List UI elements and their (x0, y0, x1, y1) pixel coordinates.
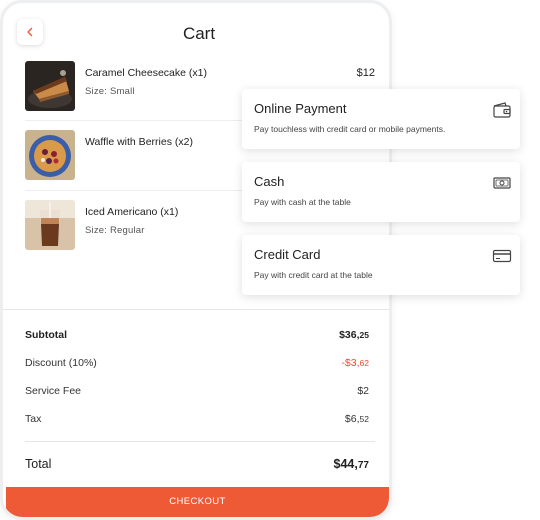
waffle-image (25, 130, 75, 180)
discount-label: Discount (10%) (25, 357, 97, 369)
tax-label: Tax (25, 413, 42, 425)
cash-icon (493, 177, 511, 189)
item-price: $12 (356, 67, 375, 79)
service-fee-value: $2 (357, 385, 369, 397)
total-label: Total (25, 457, 52, 471)
tax-row: Tax $6,52 (25, 413, 369, 425)
divider (25, 441, 375, 442)
item-name: Iced Americano (x1) (85, 206, 179, 218)
payment-option-online[interactable]: Online Payment Pay touchless with credit… (242, 89, 520, 149)
subtotal-row: Subtotal $36,25 (25, 329, 369, 341)
payment-option-description: Pay with cash at the table (254, 197, 351, 207)
total-value: $44,77 (333, 457, 369, 471)
payment-option-description: Pay touchless with credit card or mobile… (254, 124, 446, 134)
discount-row: Discount (10%) -$3,62 (25, 357, 369, 369)
total-row: Total $44,77 (25, 457, 369, 471)
payment-option-cash[interactable]: Cash Pay with cash at the table (242, 162, 520, 222)
subtotal-value: $36,25 (339, 329, 369, 341)
page-title: Cart (182, 24, 216, 43)
service-fee-row: Service Fee $2 (25, 385, 369, 397)
discount-value: -$3,62 (341, 357, 369, 369)
payment-option-title: Online Payment (254, 101, 347, 116)
item-name: Waffle with Berries (x2) (85, 136, 193, 148)
item-option: Size: Small (85, 86, 135, 97)
payment-option-title: Credit Card (254, 247, 321, 262)
wallet-icon (493, 102, 511, 118)
payment-option-description: Pay with credit card at the table (254, 270, 373, 280)
subtotal-label: Subtotal (25, 329, 67, 341)
tax-value: $6,52 (344, 413, 369, 425)
iced-americano-image (25, 200, 75, 250)
item-option: Size: Regular (85, 225, 145, 236)
checkout-button[interactable]: Checkout (6, 487, 389, 517)
credit-card-icon (492, 249, 512, 263)
service-fee-label: Service Fee (25, 385, 82, 397)
payment-option-credit-card[interactable]: Credit Card Pay with credit card at the … (242, 235, 520, 295)
cheesecake-image (25, 61, 75, 111)
payment-option-title: Cash (254, 174, 285, 189)
item-name: Caramel Cheesecake (x1) (85, 67, 207, 79)
